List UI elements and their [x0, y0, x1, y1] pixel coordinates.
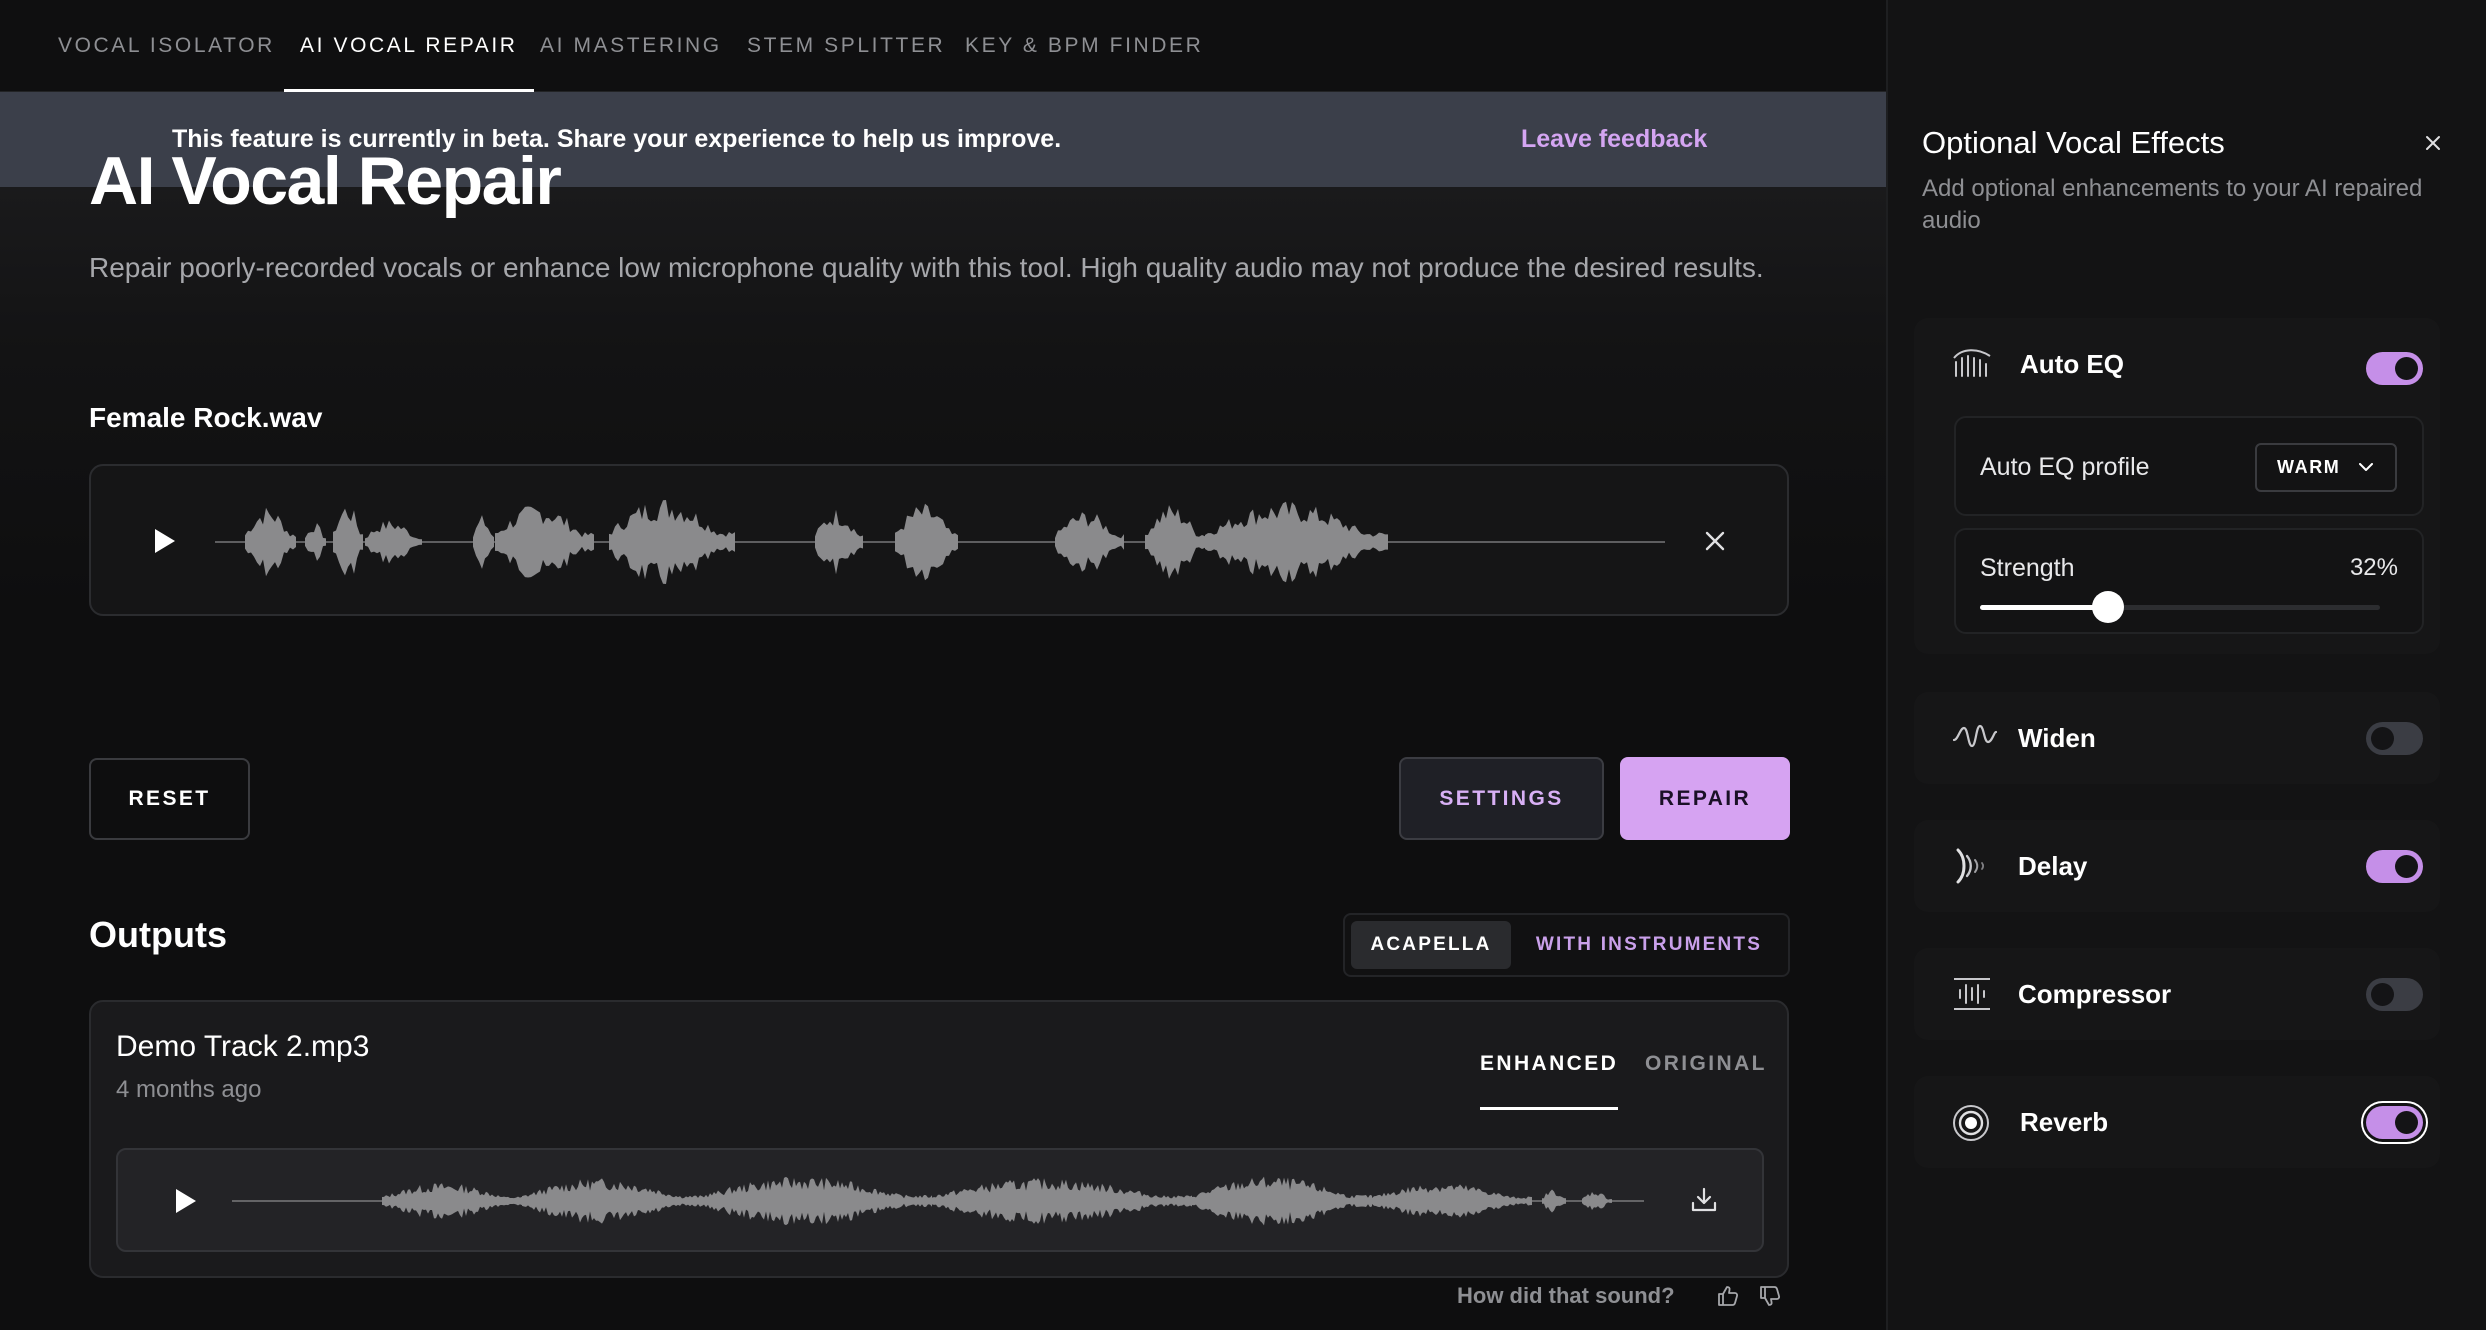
reverb-row: Reverb — [1914, 1076, 2440, 1168]
compressor-icon — [1954, 978, 1990, 1010]
auto-eq-card: Auto EQ Auto EQ profile WARM Strength 32… — [1914, 318, 2440, 654]
toggle-knob — [2371, 727, 2394, 750]
close-icon[interactable] — [2425, 135, 2441, 151]
leave-feedback-link[interactable]: Leave feedback — [1521, 92, 1707, 187]
tab-ai-vocal-repair[interactable]: AI VOCAL REPAIR — [284, 0, 534, 92]
chevron-down-icon — [2359, 463, 2373, 471]
output-card: Demo Track 2.mp3 4 months ago ENHANCED O… — [89, 1000, 1789, 1278]
compressor-row: Compressor — [1914, 948, 2440, 1040]
tab-key-bpm-finder[interactable]: KEY & BPM FINDER — [965, 0, 1203, 92]
thumbs-up-icon[interactable] — [1716, 1284, 1740, 1308]
delay-row: Delay — [1914, 820, 2440, 912]
widen-card: Widen — [1914, 692, 2440, 784]
compressor-label: Compressor — [2018, 978, 2172, 1009]
tab-vocal-isolator[interactable]: VOCAL ISOLATOR — [58, 0, 275, 92]
toggle-knob — [2395, 357, 2418, 380]
input-file-name: Female Rock.wav — [89, 402, 323, 433]
tab-original[interactable]: ORIGINAL — [1645, 1052, 1767, 1076]
segment-with-instruments[interactable]: WITH INSTRUMENTS — [1515, 921, 1783, 969]
repair-button[interactable]: REPAIR — [1620, 757, 1790, 840]
settings-button[interactable]: SETTINGS — [1399, 757, 1604, 840]
auto-eq-row: Auto EQ — [1914, 318, 2440, 410]
page-title: AI Vocal Repair — [89, 143, 562, 219]
download-icon[interactable] — [1690, 1186, 1718, 1214]
thumbs-down-icon[interactable] — [1758, 1284, 1782, 1308]
strength-slider-fill — [1980, 605, 2108, 610]
tab-enhanced[interactable]: ENHANCED — [1480, 1052, 1619, 1110]
play-icon[interactable] — [174, 1188, 198, 1214]
strength-slider-handle[interactable] — [2092, 591, 2124, 623]
effects-panel: Optional Vocal Effects Add optional enha… — [1886, 0, 2486, 1330]
segment-acapella[interactable]: ACAPELLA — [1351, 921, 1511, 969]
auto-eq-profile-row: Auto EQ profile WARM — [1954, 416, 2424, 516]
auto-eq-strength-row: Strength 32% — [1954, 528, 2424, 634]
tab-stem-splitter[interactable]: STEM SPLITTER — [747, 0, 945, 92]
output-type-segmented-control: ACAPELLA WITH INSTRUMENTS — [1343, 913, 1790, 977]
widen-toggle[interactable] — [2366, 722, 2423, 755]
reverb-label: Reverb — [2020, 1106, 2109, 1137]
toggle-knob — [2395, 855, 2418, 878]
output-timestamp: 4 months ago — [116, 1076, 262, 1103]
strength-value: 32% — [2349, 554, 2398, 581]
reverb-card: Reverb — [1914, 1076, 2440, 1168]
delay-toggle[interactable] — [2366, 850, 2423, 883]
toggle-knob — [2395, 1111, 2418, 1134]
auto-eq-toggle[interactable] — [2366, 352, 2423, 385]
delay-icon — [1956, 848, 1985, 884]
toggle-knob — [2371, 983, 2394, 1006]
top-nav: VOCAL ISOLATOR AI VOCAL REPAIR AI MASTER… — [0, 0, 1886, 92]
auto-eq-profile-label: Auto EQ profile — [1980, 452, 2150, 481]
auto-eq-profile-dropdown[interactable]: WARM — [2255, 443, 2397, 492]
auto-eq-profile-value: WARM — [2277, 457, 2341, 477]
delay-card: Delay — [1914, 820, 2440, 912]
input-waveform[interactable] — [215, 496, 1665, 588]
close-icon[interactable] — [1704, 530, 1726, 552]
effects-panel-subtitle: Add optional enhancements to your AI rep… — [1922, 175, 2423, 234]
output-track-name: Demo Track 2.mp3 — [116, 1030, 370, 1063]
reset-button[interactable]: RESET — [89, 758, 250, 840]
strength-label: Strength — [1980, 554, 2075, 582]
input-audio-player — [89, 464, 1789, 616]
effects-panel-title: Optional Vocal Effects — [1922, 125, 2225, 160]
output-audio-player — [116, 1148, 1764, 1252]
compressor-card: Compressor — [1914, 948, 2440, 1040]
compressor-toggle[interactable] — [2366, 978, 2423, 1011]
equalizer-icon — [1953, 349, 1991, 377]
widen-row: Widen — [1914, 692, 2440, 784]
reverb-toggle[interactable] — [2366, 1106, 2423, 1139]
feedback-question: How did that sound? — [1457, 1283, 1675, 1308]
play-icon[interactable] — [153, 528, 177, 554]
delay-label: Delay — [2018, 850, 2088, 881]
page-description: Repair poorly-recorded vocals or enhance… — [89, 252, 1764, 283]
output-waveform[interactable] — [232, 1170, 1644, 1232]
outputs-heading: Outputs — [89, 914, 227, 955]
widen-icon — [1952, 724, 1998, 748]
reverb-icon — [1953, 1105, 1989, 1141]
auto-eq-label: Auto EQ — [2020, 348, 2124, 379]
strength-slider[interactable] — [1980, 591, 2380, 623]
tab-ai-mastering[interactable]: AI MASTERING — [540, 0, 722, 92]
widen-label: Widen — [2018, 722, 2096, 753]
